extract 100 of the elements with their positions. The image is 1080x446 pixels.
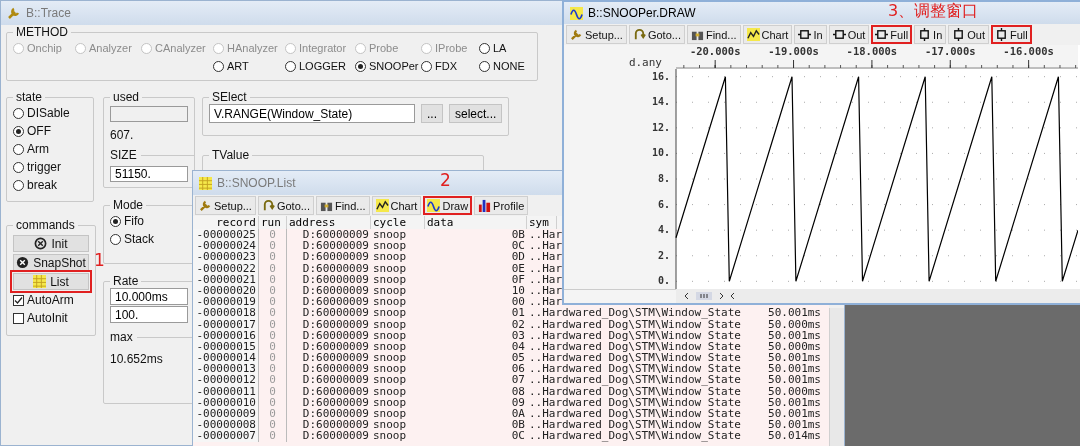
size-field[interactable]: 51150. bbox=[110, 166, 188, 182]
toolbar-button[interactable]: Find... bbox=[315, 196, 370, 215]
radio-label: NONE bbox=[493, 60, 525, 72]
table-cell: -00000011 bbox=[193, 385, 259, 397]
horizontal-zoom-icon bbox=[875, 28, 889, 41]
toolbar-button[interactable]: In bbox=[794, 25, 827, 44]
command-button[interactable]: List bbox=[13, 273, 89, 290]
table-cell: -00000023 bbox=[193, 251, 259, 263]
table-cell: -00000016 bbox=[193, 329, 259, 341]
channel-label: d.any bbox=[628, 56, 662, 69]
radio-label: Onchip bbox=[27, 42, 62, 54]
rate-field[interactable]: 100. bbox=[110, 306, 188, 323]
radio-button[interactable] bbox=[479, 60, 490, 72]
window-title: B::SNOOP.List bbox=[217, 176, 296, 190]
step-annotation: 3、调整窗口 bbox=[888, 3, 979, 19]
axis-tick-label: 0. bbox=[657, 275, 670, 287]
radio-button[interactable] bbox=[110, 215, 121, 227]
max-value: 10.652ms bbox=[110, 351, 164, 366]
axis-tick-label: 14. bbox=[651, 96, 670, 108]
radio-label: OFF bbox=[27, 124, 51, 138]
radio-label: CAnalyzer bbox=[155, 42, 206, 54]
radio-button[interactable] bbox=[421, 60, 432, 72]
radio-button[interactable] bbox=[355, 60, 366, 72]
toolbar-button[interactable]: Chart bbox=[371, 196, 422, 215]
wrench-icon bbox=[7, 6, 21, 20]
group-label: METHOD bbox=[15, 25, 69, 39]
radio-label: ART bbox=[227, 60, 249, 72]
horizontal-zoom-icon bbox=[798, 28, 812, 41]
wrench-icon bbox=[199, 199, 212, 212]
radio-button[interactable] bbox=[479, 42, 490, 54]
column-header[interactable]: run bbox=[259, 216, 287, 229]
axis-tick-label: -16.000s bbox=[1003, 45, 1054, 57]
section-label: SIZE bbox=[110, 148, 137, 162]
checkbox-label: AutoArm bbox=[27, 293, 74, 307]
toolbar-button[interactable]: Chart bbox=[742, 25, 793, 44]
toolbar-button[interactable]: Setup... bbox=[195, 196, 256, 215]
column-header[interactable]: data bbox=[425, 216, 527, 229]
toolbar-button[interactable]: Out bbox=[948, 25, 989, 44]
command-button[interactable]: Init bbox=[13, 235, 89, 252]
toolbar-button[interactable]: Out bbox=[828, 25, 870, 44]
scrollbar[interactable] bbox=[676, 289, 1080, 303]
toolbar-button[interactable]: Profile bbox=[474, 196, 529, 215]
select-button[interactable]: ... bbox=[421, 104, 443, 123]
column-header[interactable]: cycle bbox=[371, 216, 425, 229]
axis-tick-label: -20.000s bbox=[689, 45, 741, 57]
toolbar-button[interactable]: Full bbox=[991, 25, 1032, 44]
toolbar-button[interactable]: In bbox=[914, 25, 947, 44]
checkbox[interactable] bbox=[13, 294, 24, 306]
radio-button[interactable] bbox=[13, 161, 24, 173]
checkbox-label: AutoInit bbox=[27, 311, 68, 325]
table-cell: -00000012 bbox=[193, 374, 259, 386]
vertical-zoom-icon bbox=[995, 28, 1008, 41]
column-header[interactable]: sym bbox=[527, 216, 557, 229]
radio-label: HAnalyzer bbox=[227, 42, 278, 54]
column-header[interactable]: record bbox=[193, 216, 259, 229]
used-count: 607. bbox=[110, 127, 135, 142]
column-header[interactable]: address bbox=[287, 216, 371, 229]
chart-icon bbox=[746, 28, 760, 41]
wave-icon bbox=[570, 6, 583, 20]
vertical-zoom-icon bbox=[918, 28, 932, 41]
radio-button[interactable] bbox=[110, 233, 121, 245]
radio-button[interactable] bbox=[285, 60, 296, 72]
window-title: B::SNOOPer.DRAW bbox=[588, 6, 696, 20]
toolbar-button[interactable]: Full bbox=[871, 25, 913, 44]
circle-x-icon bbox=[16, 256, 30, 269]
radio-button[interactable] bbox=[213, 60, 224, 72]
grid-icon bbox=[33, 275, 47, 288]
toolbar-button[interactable]: Draw bbox=[423, 196, 473, 215]
radio-label: FDX bbox=[435, 60, 457, 72]
select-button[interactable]: select... bbox=[449, 104, 503, 123]
toolbar-button[interactable]: Goto... bbox=[257, 196, 314, 215]
radio-label: IProbe bbox=[435, 42, 468, 54]
group-label: SElect bbox=[211, 90, 248, 104]
axis-tick-label: 16. bbox=[651, 70, 670, 82]
scrollbar[interactable] bbox=[829, 308, 844, 446]
radio-label: Fifo bbox=[124, 214, 144, 228]
radio-button[interactable] bbox=[13, 107, 24, 119]
radio-label: Arm bbox=[27, 142, 49, 156]
toolbar-button[interactable]: Find... bbox=[686, 25, 741, 44]
radio-label: trigger bbox=[27, 160, 61, 174]
radio-label: break bbox=[27, 178, 58, 192]
select-field[interactable]: V.RANGE(Window_State) bbox=[209, 104, 415, 123]
radio-button[interactable] bbox=[13, 179, 24, 191]
radio-label: LA bbox=[493, 42, 507, 54]
toolbar-button[interactable]: Goto... bbox=[628, 25, 685, 44]
group-label: state bbox=[15, 90, 43, 104]
checkbox[interactable] bbox=[13, 312, 24, 324]
toolbar-button[interactable]: Setup... bbox=[566, 25, 627, 44]
wave-icon bbox=[427, 199, 441, 212]
radio-button[interactable] bbox=[13, 125, 24, 137]
axis-tick-label: 12. bbox=[651, 121, 670, 133]
step-annotation: 1 bbox=[94, 252, 105, 269]
used-field[interactable] bbox=[110, 106, 188, 122]
radio-label: Stack bbox=[124, 232, 154, 246]
wrench-icon bbox=[570, 28, 583, 41]
radio-label: Probe bbox=[369, 42, 399, 54]
table-cell: -00000018 bbox=[193, 307, 259, 319]
radio-label: Integrator bbox=[299, 42, 347, 54]
radio-button[interactable] bbox=[13, 143, 24, 155]
rate-field[interactable]: 10.000ms bbox=[110, 288, 188, 305]
